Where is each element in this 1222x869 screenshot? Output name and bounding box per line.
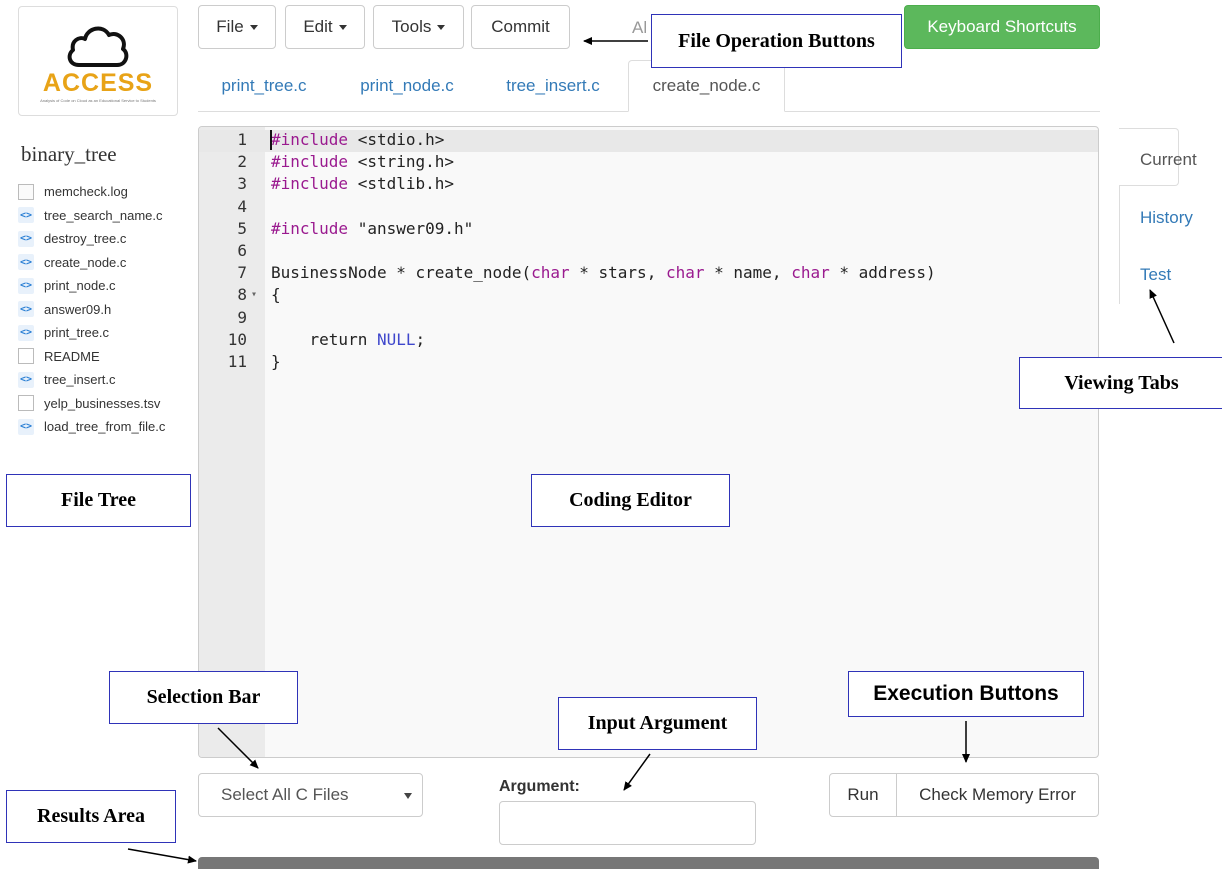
arrow-results-area <box>127 848 197 864</box>
arrow-selection-bar <box>217 727 259 769</box>
arrow-viewing-tabs <box>1149 289 1175 344</box>
arrow-input-argument <box>623 753 651 791</box>
annotation-arrows <box>127 37 1175 864</box>
